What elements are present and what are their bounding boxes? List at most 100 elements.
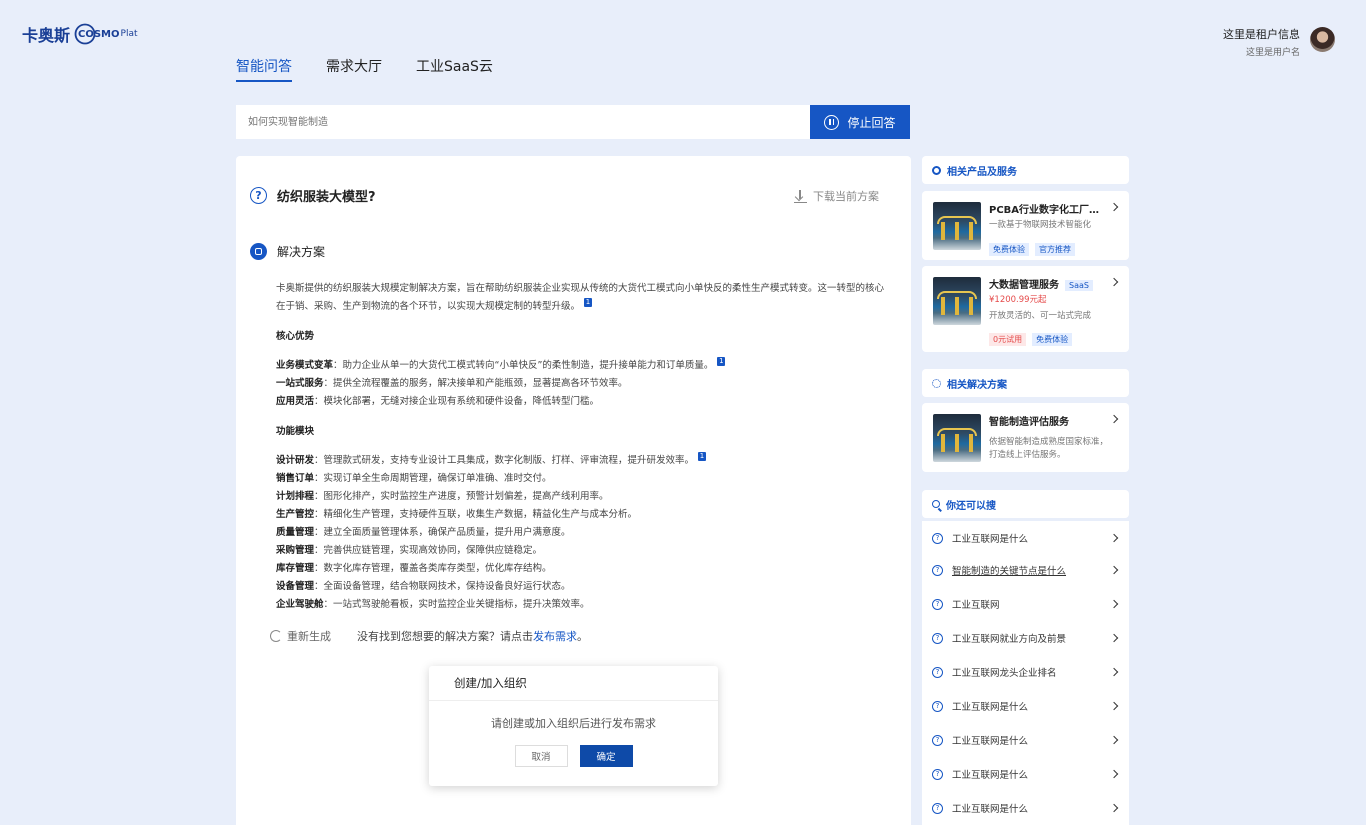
chevron-right-icon (1109, 701, 1119, 711)
suggestion-text: 工业互联网是什么 (952, 534, 1029, 545)
tenant-info: 这里是租户信息 这里是用户名 (1223, 26, 1300, 58)
solution-heading-row: 解决方案 (250, 243, 325, 260)
stop-answer-button[interactable]: 停止回答 (810, 105, 910, 139)
gear-icon (932, 378, 941, 388)
chevron-right-icon (1109, 599, 1119, 609)
suggestion-text: 智能制造的关键节点是什么 (952, 566, 1067, 577)
search-input[interactable] (236, 105, 810, 139)
period-text: 。 (577, 630, 588, 643)
list-item: 计划排程：图形化排产，实时监控生产进度，预警计划偏差，提高产线利用率。 (276, 488, 886, 506)
brand-logo[interactable]: 卡奥斯 COSMO Plat (22, 22, 138, 46)
product-name-text: 大数据管理服务 (989, 280, 1059, 291)
item-term: 应用灵活 (276, 396, 315, 407)
dialog-message: 请创建或加入组织后进行发布需求 (491, 717, 656, 730)
not-found-text: 没有找到您想要的解决方案？请点击 (357, 630, 533, 643)
brand-en-text: COSMO (78, 28, 120, 40)
item-term: 企业驾驶舱 (276, 599, 324, 610)
dialog-title: 创建/加入组织 (429, 666, 718, 701)
chevron-right-icon (1109, 533, 1119, 543)
tab-demand-hall[interactable]: 需求大厅 (326, 56, 382, 82)
question-icon: ? (932, 802, 943, 814)
product-name: PCBA行业数字化工厂解决方案 (989, 205, 1109, 216)
item-text: ：图形化排产，实时监控生产进度，预警计划偏差，提高产线利用率。 (314, 491, 609, 502)
cancel-button[interactable]: 取消 (514, 745, 568, 767)
solution-intro-text: 卡奥斯提供的纺织服装大规模定制解决方案，旨在帮助纺织服装企业实现从传统的大货代工… (276, 283, 885, 312)
item-text: ：全面设备管理，结合物联网技术，保持设备良好运行状态。 (314, 581, 571, 592)
tab-smart-qa[interactable]: 智能问答 (236, 56, 292, 82)
brand-en-small: Plat (120, 29, 138, 39)
search-suggestion[interactable]: ? 工业互联网龙头企业排名 (922, 655, 1129, 689)
core-advantages-title: 核心优势 (276, 331, 315, 342)
list-item: 销售订单：实现订单全生命周期管理，确保订单准确、准时交付。 (276, 470, 886, 488)
question-title: 纺织服装大模型? (277, 190, 376, 205)
suggestion-text: 工业互联网就业方向及前景 (952, 634, 1067, 645)
solution-card[interactable]: 智能制造评估服务 依据智能制造成熟度国家标准， 打造线上评估服务。 (922, 403, 1129, 472)
question-icon: ? (932, 564, 943, 576)
question-icon: ? (250, 187, 267, 204)
product-card[interactable]: PCBA行业数字化工厂解决方案 一款基于物联网技术智能化 免费体验官方推荐 (922, 191, 1129, 260)
question-icon: ? (932, 598, 943, 610)
publish-demand-link[interactable]: 发布需求 (533, 628, 577, 644)
reference-badge[interactable]: 1 (584, 298, 593, 307)
chevron-right-icon (1109, 277, 1119, 287)
main-tabs: 智能问答 需求大厅 工业SaaS云 (236, 56, 493, 82)
reference-badge[interactable]: 1 (698, 452, 707, 461)
related-solutions-title: 相关解决方案 (947, 379, 1007, 391)
stop-answer-label: 停止回答 (847, 115, 896, 130)
regenerate-button[interactable]: 重新生成 (287, 628, 331, 644)
related-solutions-header: 相关解决方案 (922, 369, 1129, 397)
suggestion-text: 工业互联网是什么 (952, 804, 1029, 815)
dialog-buttons: 取消 确定 (429, 745, 718, 767)
item-text: ：模块化部署，无缝对接企业现有系统和硬件设备，降低转型门槛。 (314, 396, 600, 407)
confirm-button[interactable]: 确定 (579, 745, 633, 767)
also-search-header: 你还可以搜 (922, 490, 1129, 518)
search-suggestion[interactable]: ? 工业互联网就业方向及前景 (922, 621, 1129, 655)
reference-badge[interactable]: 1 (717, 357, 726, 366)
product-card[interactable]: 大数据管理服务 SaaS ¥1200.99元起 开放灵活的、可一站式完成 0元试用… (922, 266, 1129, 352)
item-term: 计划排程 (276, 491, 315, 502)
tenant-user: 这里是用户名 (1245, 48, 1300, 58)
solution-name: 智能制造评估服务 (989, 417, 1069, 428)
list-item: 采购管理：完善供应链管理，实现高效协同，保障供应链稳定。 (276, 542, 886, 560)
search-suggestion[interactable]: ? 工业互联网是什么 (922, 521, 1129, 555)
chevron-right-icon (1109, 565, 1119, 575)
search-suggestion[interactable]: ? 工业互联网是什么 (922, 723, 1129, 757)
search-suggestion[interactable]: ? 工业互联网是什么 (922, 791, 1129, 825)
solution-intro: 卡奥斯提供的纺织服装大规模定制解决方案，旨在帮助纺织服装企业实现从传统的大货代工… (276, 280, 886, 316)
item-term: 业务模式变革 (276, 360, 334, 371)
item-term: 库存管理 (276, 563, 315, 574)
brand-cn: 卡奥斯 (22, 26, 71, 45)
create-org-dialog: 创建/加入组织 请创建或加入组织后进行发布需求 取消 确定 (429, 666, 718, 786)
search-bar: 停止回答 (236, 105, 910, 139)
search-suggestion[interactable]: ? 智能制造的关键节点是什么 (922, 553, 1129, 587)
core-advantages-list: 业务模式变革：助力企业从单一的大货代工模式转向“小单快反”的柔性制造，提升接单能… (276, 357, 886, 411)
item-text: ：完善供应链管理，实现高效协同，保障供应链稳定。 (314, 545, 543, 556)
tab-saas-cloud[interactable]: 工业SaaS云 (416, 56, 493, 82)
item-text: ：数字化库存管理，覆盖各类库存类型，优化库存结构。 (314, 563, 552, 574)
search-suggestion[interactable]: ? 工业互联网是什么 (922, 757, 1129, 791)
question-icon: ? (932, 700, 943, 712)
search-suggestion[interactable]: ? 工业互联网 (922, 587, 1129, 621)
saas-badge: SaaS (1065, 280, 1093, 291)
product-desc: 一款基于物联网技术智能化 (989, 220, 1092, 230)
search-suggestion[interactable]: ? 工业互联网是什么 (922, 689, 1129, 723)
tag: 免费体验 (1032, 333, 1073, 346)
list-item: 生产管控：精细化生产管理，支持硬件互联，收集生产数据，精益化生产与成本分析。 (276, 506, 886, 524)
avatar[interactable] (1310, 27, 1335, 52)
product-tags: 0元试用 免费体验 (989, 327, 1078, 346)
item-term: 采购管理 (276, 545, 315, 556)
item-term: 一站式服务 (276, 378, 324, 389)
item-term: 质量管理 (276, 527, 315, 538)
list-item: 库存管理：数字化库存管理，覆盖各类库存类型，优化库存结构。 (276, 560, 886, 578)
solution-heading: 解决方案 (277, 245, 326, 259)
item-text: ：精细化生产管理，支持硬件互联，收集生产数据，精益化生产与成本分析。 (314, 509, 638, 520)
item-text: ：助力企业从单一的大货代工模式转向“小单快反”的柔性制造，提升接单能力和订单质量… (333, 360, 714, 371)
item-text: ：提供全流程覆盖的服务，解决接单和产能瓶颈，显著提高各环节效率。 (323, 378, 628, 389)
chevron-right-icon (1109, 202, 1119, 212)
question-icon: ? (932, 666, 943, 678)
download-icon (794, 189, 807, 203)
solution-icon (250, 243, 267, 260)
tag: 免费体验 (989, 243, 1029, 256)
download-plan-button[interactable]: 下载当前方案 (794, 188, 879, 204)
suggestion-text: 工业互联网龙头企业排名 (952, 668, 1057, 679)
